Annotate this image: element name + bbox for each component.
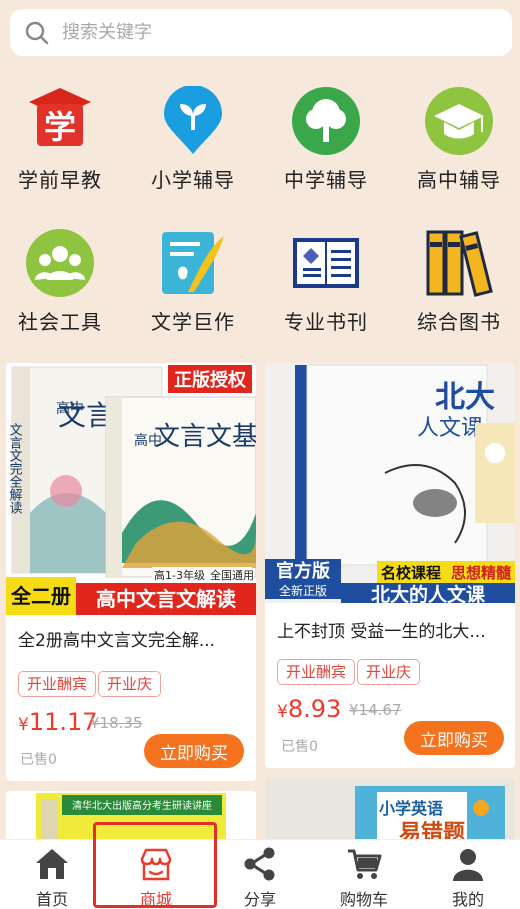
search-icon xyxy=(25,21,49,44)
svg-text:小学英语: 小学英语 xyxy=(379,799,443,818)
buy-now-button[interactable]: 立即购买 xyxy=(144,734,244,768)
open-book-icon xyxy=(293,238,359,288)
category-label: 高中辅导 xyxy=(417,168,501,192)
category-label: 综合图书 xyxy=(417,310,501,334)
svg-text:人文课: 人文课 xyxy=(417,416,483,441)
svg-text:北大的人文课: 北大的人文课 xyxy=(371,583,486,603)
category-label: 专业书刊 xyxy=(284,310,368,334)
nav-cart[interactable]: 购物车 xyxy=(312,840,416,909)
product-card[interactable]: 文言文完全解读 高中 文言文完全解读 高中 文言文基础知识 高1-3年级 全国通… xyxy=(6,363,256,781)
nav-label: 商城 xyxy=(139,890,172,909)
category-preschool[interactable]: 学 学前早教 xyxy=(0,86,125,193)
graduation-cap-icon xyxy=(425,87,493,155)
original-price: ¥14.67 xyxy=(349,701,402,719)
product-image[interactable]: 文言文完全解读 高中 文言文完全解读 高中 文言文基础知识 高1-3年级 全国通… xyxy=(6,363,256,615)
svg-text:高中文言文解读: 高中文言文解读 xyxy=(96,587,236,611)
shop-icon xyxy=(140,848,172,881)
category-social-tools[interactable]: 社会工具 xyxy=(0,228,125,335)
svg-text:官方版: 官方版 xyxy=(276,560,330,582)
share-icon xyxy=(244,847,275,881)
promo-tag: 开业庆 xyxy=(357,659,421,685)
tree-icon xyxy=(292,87,360,155)
nav-profile[interactable]: 我的 xyxy=(416,840,520,909)
nav-shop[interactable]: 商城 xyxy=(104,840,208,909)
cart-icon xyxy=(348,849,382,879)
notebook-quill-icon xyxy=(162,232,224,294)
category-label: 学前早教 xyxy=(18,168,102,192)
school-hat-icon: 学 xyxy=(29,88,91,146)
product-image[interactable]: 清华北大出版高分考生研读讲座 北大 人文课 官方版 全新正版 名校课程 思想精髓… xyxy=(265,363,515,603)
sprout-pin-icon xyxy=(164,86,222,154)
product-card[interactable]: 清华北大出版高分考生研读讲座 北大 人文课 官方版 全新正版 名校课程 思想精髓… xyxy=(265,363,515,768)
promo-tag: 开业庆 xyxy=(98,671,162,697)
category-high-school[interactable]: 高中辅导 xyxy=(394,86,520,193)
bottom-nav: 首页 商城 分享 购物车 我的 xyxy=(0,839,520,909)
svg-text:全新正版: 全新正版 xyxy=(279,583,327,598)
category-label: 文学巨作 xyxy=(151,310,235,334)
svg-text:文言文基础知识: 文言文基础知识 xyxy=(154,422,256,452)
svg-text:思想精髓: 思想精髓 xyxy=(451,564,512,582)
search-box[interactable] xyxy=(10,9,512,56)
nav-label: 首页 xyxy=(35,890,68,909)
books-icon xyxy=(426,230,493,297)
search-bar xyxy=(0,0,520,66)
home-icon xyxy=(36,849,68,879)
nav-share[interactable]: 分享 xyxy=(208,840,312,909)
nav-label: 我的 xyxy=(451,890,484,909)
category-literature[interactable]: 文学巨作 xyxy=(128,228,258,335)
category-journals[interactable]: 专业书刊 xyxy=(261,228,391,335)
promo-tag: 开业酬宾 xyxy=(277,659,356,685)
product-title[interactable]: 上不封顶 受益一生的北大... xyxy=(277,617,503,642)
search-input[interactable] xyxy=(62,22,482,43)
category-middle-school[interactable]: 中学辅导 xyxy=(261,86,391,193)
svg-text:高1-3年级: 高1-3年级 xyxy=(154,568,205,582)
category-general-books[interactable]: 综合图书 xyxy=(394,228,520,335)
svg-text:文言文完全解读: 文言文完全解读 xyxy=(7,423,23,514)
svg-text:全国通用: 全国通用 xyxy=(210,568,254,582)
nav-label: 分享 xyxy=(243,890,276,909)
nav-home[interactable]: 首页 xyxy=(0,840,104,909)
sold-count: 已售0 xyxy=(281,739,318,755)
sold-count: 已售0 xyxy=(20,752,57,768)
svg-text:学: 学 xyxy=(44,108,76,146)
category-primary[interactable]: 小学辅导 xyxy=(128,86,258,193)
product-title[interactable]: 全2册高中文言文完全解... xyxy=(18,626,244,651)
svg-text:全二册: 全二册 xyxy=(10,584,71,608)
people-icon xyxy=(26,229,94,297)
promo-tag: 开业酬宾 xyxy=(18,671,97,697)
nav-label: 购物车 xyxy=(339,890,388,909)
category-label: 社会工具 xyxy=(18,310,102,334)
svg-text:正版授权: 正版授权 xyxy=(174,369,247,391)
price: ¥11.17 xyxy=(18,708,98,736)
price: ¥8.93 xyxy=(277,695,342,723)
original-price: ¥18.35 xyxy=(90,714,143,732)
svg-text:北大: 北大 xyxy=(435,380,495,415)
buy-now-button[interactable]: 立即购买 xyxy=(404,721,504,755)
svg-text:名校课程: 名校课程 xyxy=(381,564,441,582)
user-icon xyxy=(453,849,483,881)
category-label: 小学辅导 xyxy=(151,168,235,192)
svg-text:清华北大出版高分考生研读讲座: 清华北大出版高分考生研读讲座 xyxy=(72,799,212,812)
category-label: 中学辅导 xyxy=(284,168,368,192)
